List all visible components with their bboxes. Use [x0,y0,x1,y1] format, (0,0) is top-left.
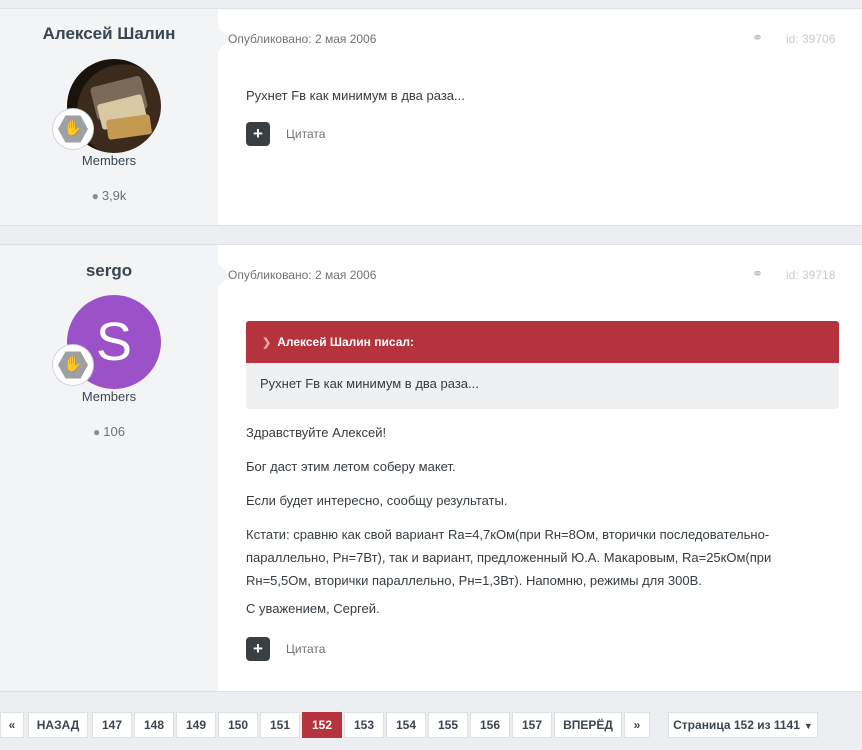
post-paragraph: Здравствуйте Алексей! [246,425,387,440]
post-39706: Алексей Шалин ✋ Members ● 3,9k Опубликова… [0,8,862,226]
page-link[interactable]: 157 [512,712,552,738]
author-name[interactable]: Алексей Шалин [0,24,218,44]
page-link[interactable]: 148 [134,712,174,738]
comment-icon: ● [91,189,99,203]
rank-icon: ✋ [53,345,93,385]
quote-block: ❯ Алексей Шалин писал: Рухнет Fв как мини… [246,321,839,409]
page-link[interactable]: 154 [386,712,426,738]
rank-icon: ✋ [53,109,93,149]
post-count: ● 106 [0,424,218,439]
page-jump-label: Страница 152 из 1141 [673,718,800,732]
post-paragraph: Если будет интересно, сообщу результаты. [246,493,508,508]
quote-button[interactable]: Цитата [286,127,325,141]
post-date[interactable]: Опубликовано: 2 мая 2006 [228,268,376,282]
chevron-down-icon[interactable]: ❯ [262,322,271,364]
page-link[interactable]: 153 [344,712,384,738]
post-paragraph: Бог даст этим летом соберу макет. [246,459,456,474]
multiquote-button[interactable]: + [246,637,270,661]
post-paragraph: С уважением, Сергей. [246,601,380,616]
author-panel: Алексей Шалин ✋ Members ● 3,9k [0,9,218,225]
share-icon[interactable]: ⚭ [752,30,763,46]
post-count-value: 3,9k [101,188,127,203]
post-body: Рухнет Fв как минимум в два раза... [246,88,465,103]
last-page-button[interactable]: » [624,712,650,738]
first-page-button[interactable]: « [0,712,24,738]
page-link[interactable]: 151 [260,712,300,738]
page-link[interactable]: 149 [176,712,216,738]
member-group: Members [81,389,137,404]
quote-author: Алексей Шалин писал: [277,335,414,349]
caret-down-icon: ▼ [803,721,813,731]
quote-button[interactable]: Цитата [286,642,325,656]
post-count: ● 3,9k [0,188,218,203]
author-name[interactable]: sergo [0,261,218,281]
prev-page-button[interactable]: НАЗАД [28,712,88,738]
comment-icon: ● [93,425,101,439]
quote-text: Рухнет Fв как минимум в два раза... [260,376,479,391]
post-count-value: 106 [103,424,125,439]
page-link[interactable]: 155 [428,712,468,738]
current-page[interactable]: 152 [302,712,342,738]
post-id: id: 39718 [786,268,836,282]
page-link[interactable]: 147 [92,712,132,738]
post-date[interactable]: Опубликовано: 2 мая 2006 [228,32,376,46]
member-group: Members [81,153,137,168]
page-jump-dropdown[interactable]: Страница 152 из 1141 ▼ [668,712,818,738]
author-panel: sergo S ✋ Members ● 106 [0,245,218,691]
post-id: id: 39706 [786,32,836,46]
multiquote-button[interactable]: + [246,122,270,146]
quote-header[interactable]: ❯ Алексей Шалин писал: [246,321,839,363]
post-39718: sergo S ✋ Members ● 106 Опубликовано: 2 м… [0,244,862,692]
next-page-button[interactable]: ВПЕРЁД [554,712,622,738]
share-icon[interactable]: ⚭ [752,266,763,282]
page-link[interactable]: 150 [218,712,258,738]
page-link[interactable]: 156 [470,712,510,738]
post-paragraph: Кстати: сравню как свой вариант Ra=4,7кО… [246,527,772,588]
